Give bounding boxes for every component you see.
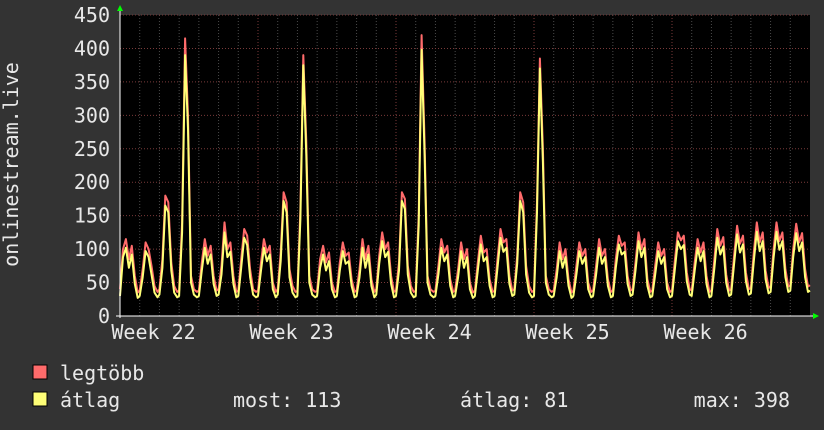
x-tick-label: Week 22 [111,320,195,344]
x-tick-label: Week 24 [387,320,471,344]
legend-stat: átlag: 81 [460,388,568,412]
x-tick-label: Week 23 [249,320,333,344]
x-tick-label: Week 25 [525,320,609,344]
y-tick-label: 400 [74,36,110,60]
legend-stat: max: 398 [694,388,790,412]
y-tick-label: 150 [74,204,110,228]
y-tick-label: 100 [74,237,110,261]
x-tick-label: Week 26 [663,320,747,344]
y-axis-label: onlinestream.live [0,62,23,267]
y-tick-label: 200 [74,170,110,194]
legend-stat: most: 113 [233,388,341,412]
y-tick-label: 350 [74,70,110,94]
y-tick-label: 250 [74,137,110,161]
legend-label: legtöbb [60,361,144,385]
legend-swatch [32,364,48,380]
y-tick-label: 50 [86,271,110,295]
chart: 0 50 100 150 200 250 300 350 400 450 Week 22 Week … [0,0,824,430]
y-tick-label: 0 [98,304,110,328]
y-tick-label: 300 [74,103,110,127]
legend-swatch [32,391,48,407]
legend-label: átlag [60,388,120,412]
y-tick-label: 450 [74,3,110,27]
